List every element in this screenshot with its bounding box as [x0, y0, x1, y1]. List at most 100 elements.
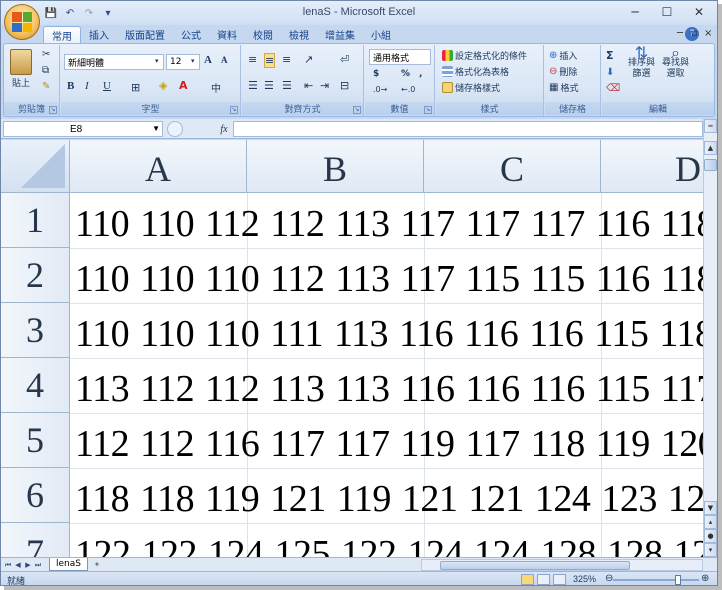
merge-center-icon[interactable]: ⊟ — [340, 79, 349, 92]
tab-view[interactable]: 檢視 — [281, 26, 317, 43]
cut-icon[interactable]: ✂ — [42, 49, 50, 60]
zoom-in-icon[interactable]: ⊕ — [701, 573, 709, 584]
row-header-7[interactable]: 7 — [1, 523, 70, 557]
minimize-button[interactable]: ─ — [619, 3, 651, 21]
find-select-button[interactable]: ⌕ 尋找與 選取 — [662, 45, 689, 80]
row-6-values[interactable]: 118 118 119 121 119 121 121 124 123 123 — [75, 477, 703, 521]
maximize-button[interactable]: ☐ — [651, 3, 683, 21]
shrink-font-button[interactable]: A — [221, 55, 228, 65]
format-as-table-button[interactable]: 格式化為表格 — [442, 65, 509, 78]
decrease-indent-icon[interactable]: ⇤ — [304, 79, 313, 92]
column-header-a[interactable]: A — [70, 140, 247, 193]
row-7-values[interactable]: 122 122 124 125 122 124 124 128 128 126 — [75, 532, 703, 557]
wrap-text-icon[interactable]: ⏎ — [340, 53, 349, 66]
align-middle-icon[interactable]: ≡ — [264, 53, 276, 68]
insert-sheet-icon[interactable]: ✦ — [91, 559, 103, 570]
autosum-button[interactable]: Σ — [606, 49, 614, 62]
scroll-up-icon[interactable]: ▲ — [704, 141, 717, 155]
page-break-preview-icon[interactable] — [553, 574, 566, 585]
row-3-values[interactable]: 110 110 110 111 113 116 116 116 115 118 — [75, 312, 703, 356]
tab-data[interactable]: 資料 — [209, 26, 245, 43]
font-size-dropdown-icon[interactable]: ▾ — [191, 57, 195, 65]
next-sheet-icon[interactable]: ▶ — [23, 559, 33, 571]
tab-page-layout[interactable]: 版面配置 — [117, 26, 173, 43]
format-cells-button[interactable]: ▦ 格式 — [549, 81, 578, 94]
normal-view-icon[interactable] — [521, 574, 534, 585]
tab-formulas[interactable]: 公式 — [173, 26, 209, 43]
align-bottom-icon[interactable]: ≡ — [282, 53, 291, 66]
vertical-scrollbar[interactable]: ═ ▲ ▼ ▴ ● ▾ — [703, 119, 717, 557]
delete-cells-button[interactable]: ⊖ 刪除 — [549, 65, 577, 78]
prev-sheet-icon[interactable]: ◀ — [13, 559, 23, 571]
vertical-scroll-thumb[interactable] — [704, 159, 717, 171]
row-4-values[interactable]: 113 112 112 113 113 116 116 116 115 117 — [75, 367, 703, 411]
row-header-3[interactable]: 3 — [1, 303, 70, 358]
format-painter-icon[interactable]: ✎ — [42, 81, 50, 92]
bold-button[interactable]: B — [67, 80, 74, 92]
orientation-icon[interactable]: ↗ — [304, 53, 313, 66]
clipboard-launcher-icon[interactable]: ↘ — [49, 106, 57, 114]
insert-cells-button[interactable]: ⊕ 插入 — [549, 49, 577, 62]
name-box[interactable]: E8 ▼ — [3, 121, 163, 137]
close-button[interactable]: ✕ — [683, 3, 715, 21]
column-header-b[interactable]: B — [247, 140, 424, 193]
align-right-icon[interactable]: ☰ — [282, 79, 292, 92]
phonetic-icon[interactable]: 中 — [211, 80, 221, 95]
zoom-slider[interactable] — [613, 579, 699, 581]
horizontal-scrollbar[interactable] — [421, 559, 703, 571]
page-layout-view-icon[interactable] — [537, 574, 550, 585]
zoom-slider-thumb[interactable] — [675, 575, 681, 585]
row-1-values[interactable]: 110 110 112 112 113 117 117 117 116 118 — [75, 202, 703, 246]
align-top-icon[interactable]: ≡ — [248, 53, 257, 66]
first-sheet-icon[interactable]: ⏮ — [3, 559, 13, 571]
alignment-launcher-icon[interactable]: ↘ — [353, 106, 361, 114]
percent-button[interactable]: % — [401, 69, 410, 79]
tab-review[interactable]: 校閱 — [245, 26, 281, 43]
column-header-d[interactable]: D — [601, 140, 703, 193]
office-button[interactable] — [4, 4, 40, 40]
select-browse-object-icon[interactable]: ● — [704, 529, 717, 543]
formula-input[interactable] — [233, 121, 703, 137]
align-center-icon[interactable]: ☰ — [264, 79, 274, 92]
clear-icon[interactable]: ⌫ — [606, 83, 620, 94]
borders-icon[interactable]: ⊞ — [131, 81, 140, 94]
horizontal-scroll-thumb[interactable] — [440, 561, 630, 570]
comma-button[interactable]: , — [419, 69, 422, 79]
tab-insert[interactable]: 插入 — [81, 26, 117, 43]
paste-button[interactable]: 貼上 — [10, 49, 32, 89]
name-box-dropdown-icon[interactable]: ▼ — [152, 124, 160, 133]
formula-expand-icon[interactable] — [167, 121, 183, 137]
font-name-dropdown-icon[interactable]: ▾ — [155, 57, 159, 65]
cell-styles-button[interactable]: 儲存格樣式 — [442, 81, 500, 94]
ribbon-close-icon[interactable]: × — [704, 28, 712, 39]
font-launcher-icon[interactable]: ↘ — [230, 106, 238, 114]
number-format-field[interactable]: 通用格式 — [369, 49, 431, 65]
increase-decimal-icon[interactable]: .0→ — [373, 85, 387, 94]
row-header-1[interactable]: 1 — [1, 193, 70, 248]
fill-color-icon[interactable]: ◈ — [159, 79, 167, 92]
tab-home[interactable]: 常用 — [43, 26, 81, 43]
zoom-level[interactable]: 325% — [573, 574, 596, 584]
font-color-icon[interactable]: A — [179, 79, 188, 92]
row-2-values[interactable]: 110 110 110 112 113 117 115 115 116 118 — [75, 257, 703, 301]
copy-icon[interactable]: ⧉ — [42, 65, 49, 76]
italic-button[interactable]: I — [85, 80, 89, 92]
row-5-values[interactable]: 112 112 116 117 117 119 117 118 119 120 — [75, 422, 703, 466]
font-name-field[interactable]: 新細明體 — [64, 54, 164, 70]
sheet-tab-lenas[interactable]: lenaS — [49, 558, 88, 571]
decrease-decimal-icon[interactable]: ←.0 — [401, 85, 415, 94]
row-header-4[interactable]: 4 — [1, 358, 70, 413]
fill-icon[interactable]: ⬇ — [606, 67, 614, 78]
next-page-icon[interactable]: ▾ — [704, 543, 717, 557]
insert-function-button[interactable]: fx — [217, 121, 231, 137]
ribbon-restore-icon[interactable]: ▫ — [691, 28, 698, 39]
tab-team[interactable]: 小組 — [363, 26, 399, 43]
tab-addins[interactable]: 增益集 — [317, 26, 363, 43]
row-header-2[interactable]: 2 — [1, 248, 70, 303]
underline-button[interactable]: U — [103, 80, 111, 92]
vertical-split-icon[interactable]: ═ — [704, 119, 717, 133]
number-launcher-icon[interactable]: ↘ — [424, 106, 432, 114]
sort-filter-button[interactable]: ⇅ 排序與 篩選 — [628, 45, 655, 80]
previous-page-icon[interactable]: ▴ — [704, 515, 717, 529]
select-all-button[interactable] — [1, 140, 70, 193]
